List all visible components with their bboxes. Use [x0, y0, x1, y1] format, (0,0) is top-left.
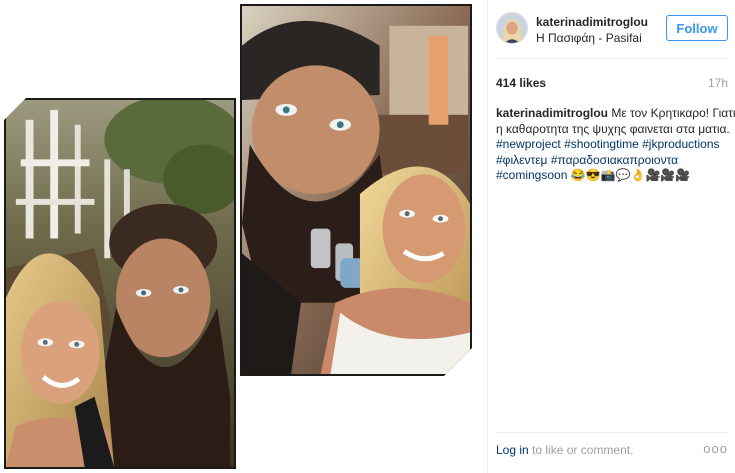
- post-header: katerinadimitroglou Η Πασιφάη - Pasifai …: [496, 10, 728, 50]
- hashtag-link[interactable]: #jkproductions: [642, 137, 719, 151]
- avatar-image: [497, 13, 527, 43]
- hashtag-link[interactable]: #shootingtime: [564, 137, 639, 151]
- post-caption: katerinadimitroglou Με τον Κρητικαρο! Γι…: [496, 106, 735, 184]
- header-divider: [496, 58, 728, 59]
- photo-couple-closeup: [240, 4, 472, 376]
- caption-line-1: katerinadimitroglou Με τον Κρητικαρο! Γι…: [496, 106, 735, 122]
- caption-text-1: Με τον Κρητικαρο! Γιατι: [608, 106, 735, 120]
- photo-couple-terrace-image: [6, 100, 234, 467]
- caption-emojis: 😂😎📸💬👌🎥🎥🎥: [570, 168, 691, 182]
- post-media[interactable]: [0, 0, 483, 473]
- username-link[interactable]: katerinadimitroglou: [536, 15, 648, 29]
- caption-text-2: η καθαροτητα της ψυχης φαινεται στα ματι…: [496, 121, 730, 136]
- login-link[interactable]: Log in: [496, 443, 529, 457]
- caption-author-link[interactable]: katerinadimitroglou: [496, 106, 608, 120]
- photo-couple-terrace: [4, 98, 236, 469]
- hashtag-link[interactable]: #παραδοσιακαπροιοντα: [551, 153, 678, 167]
- login-prompt-text: to like or comment.: [528, 443, 634, 457]
- caption-hashtag-line-3: #comingsoon 😂😎📸💬👌🎥🎥🎥: [496, 168, 732, 184]
- caption-hashtag-line-2: #φιλεντεμ #παραδοσιακαπροιοντα: [496, 153, 732, 169]
- hashtag-link[interactable]: #newproject: [496, 137, 561, 151]
- post-timestamp[interactable]: 17h: [708, 76, 728, 90]
- caption-hashtag-line-1: #newproject #shootingtime #jkproductions: [496, 137, 732, 153]
- footer-divider: [496, 432, 728, 433]
- post-stats: 414 likes 17h: [496, 76, 728, 92]
- post-side-panel: katerinadimitroglou Η Πασιφάη - Pasifai …: [487, 0, 735, 473]
- post-footer: Log in to like or comment. ooo: [496, 441, 728, 459]
- hashtag-link[interactable]: #φιλεντεμ: [496, 153, 547, 167]
- hashtag-link[interactable]: #comingsoon: [496, 168, 567, 182]
- location-link[interactable]: Η Πασιφάη - Pasifai: [536, 31, 642, 45]
- likes-count[interactable]: 414 likes: [496, 76, 546, 90]
- photo-couple-closeup-image: [242, 6, 470, 374]
- avatar[interactable]: [496, 12, 528, 44]
- ellipsis-icon[interactable]: ooo: [703, 441, 728, 456]
- follow-button[interactable]: Follow: [666, 15, 728, 41]
